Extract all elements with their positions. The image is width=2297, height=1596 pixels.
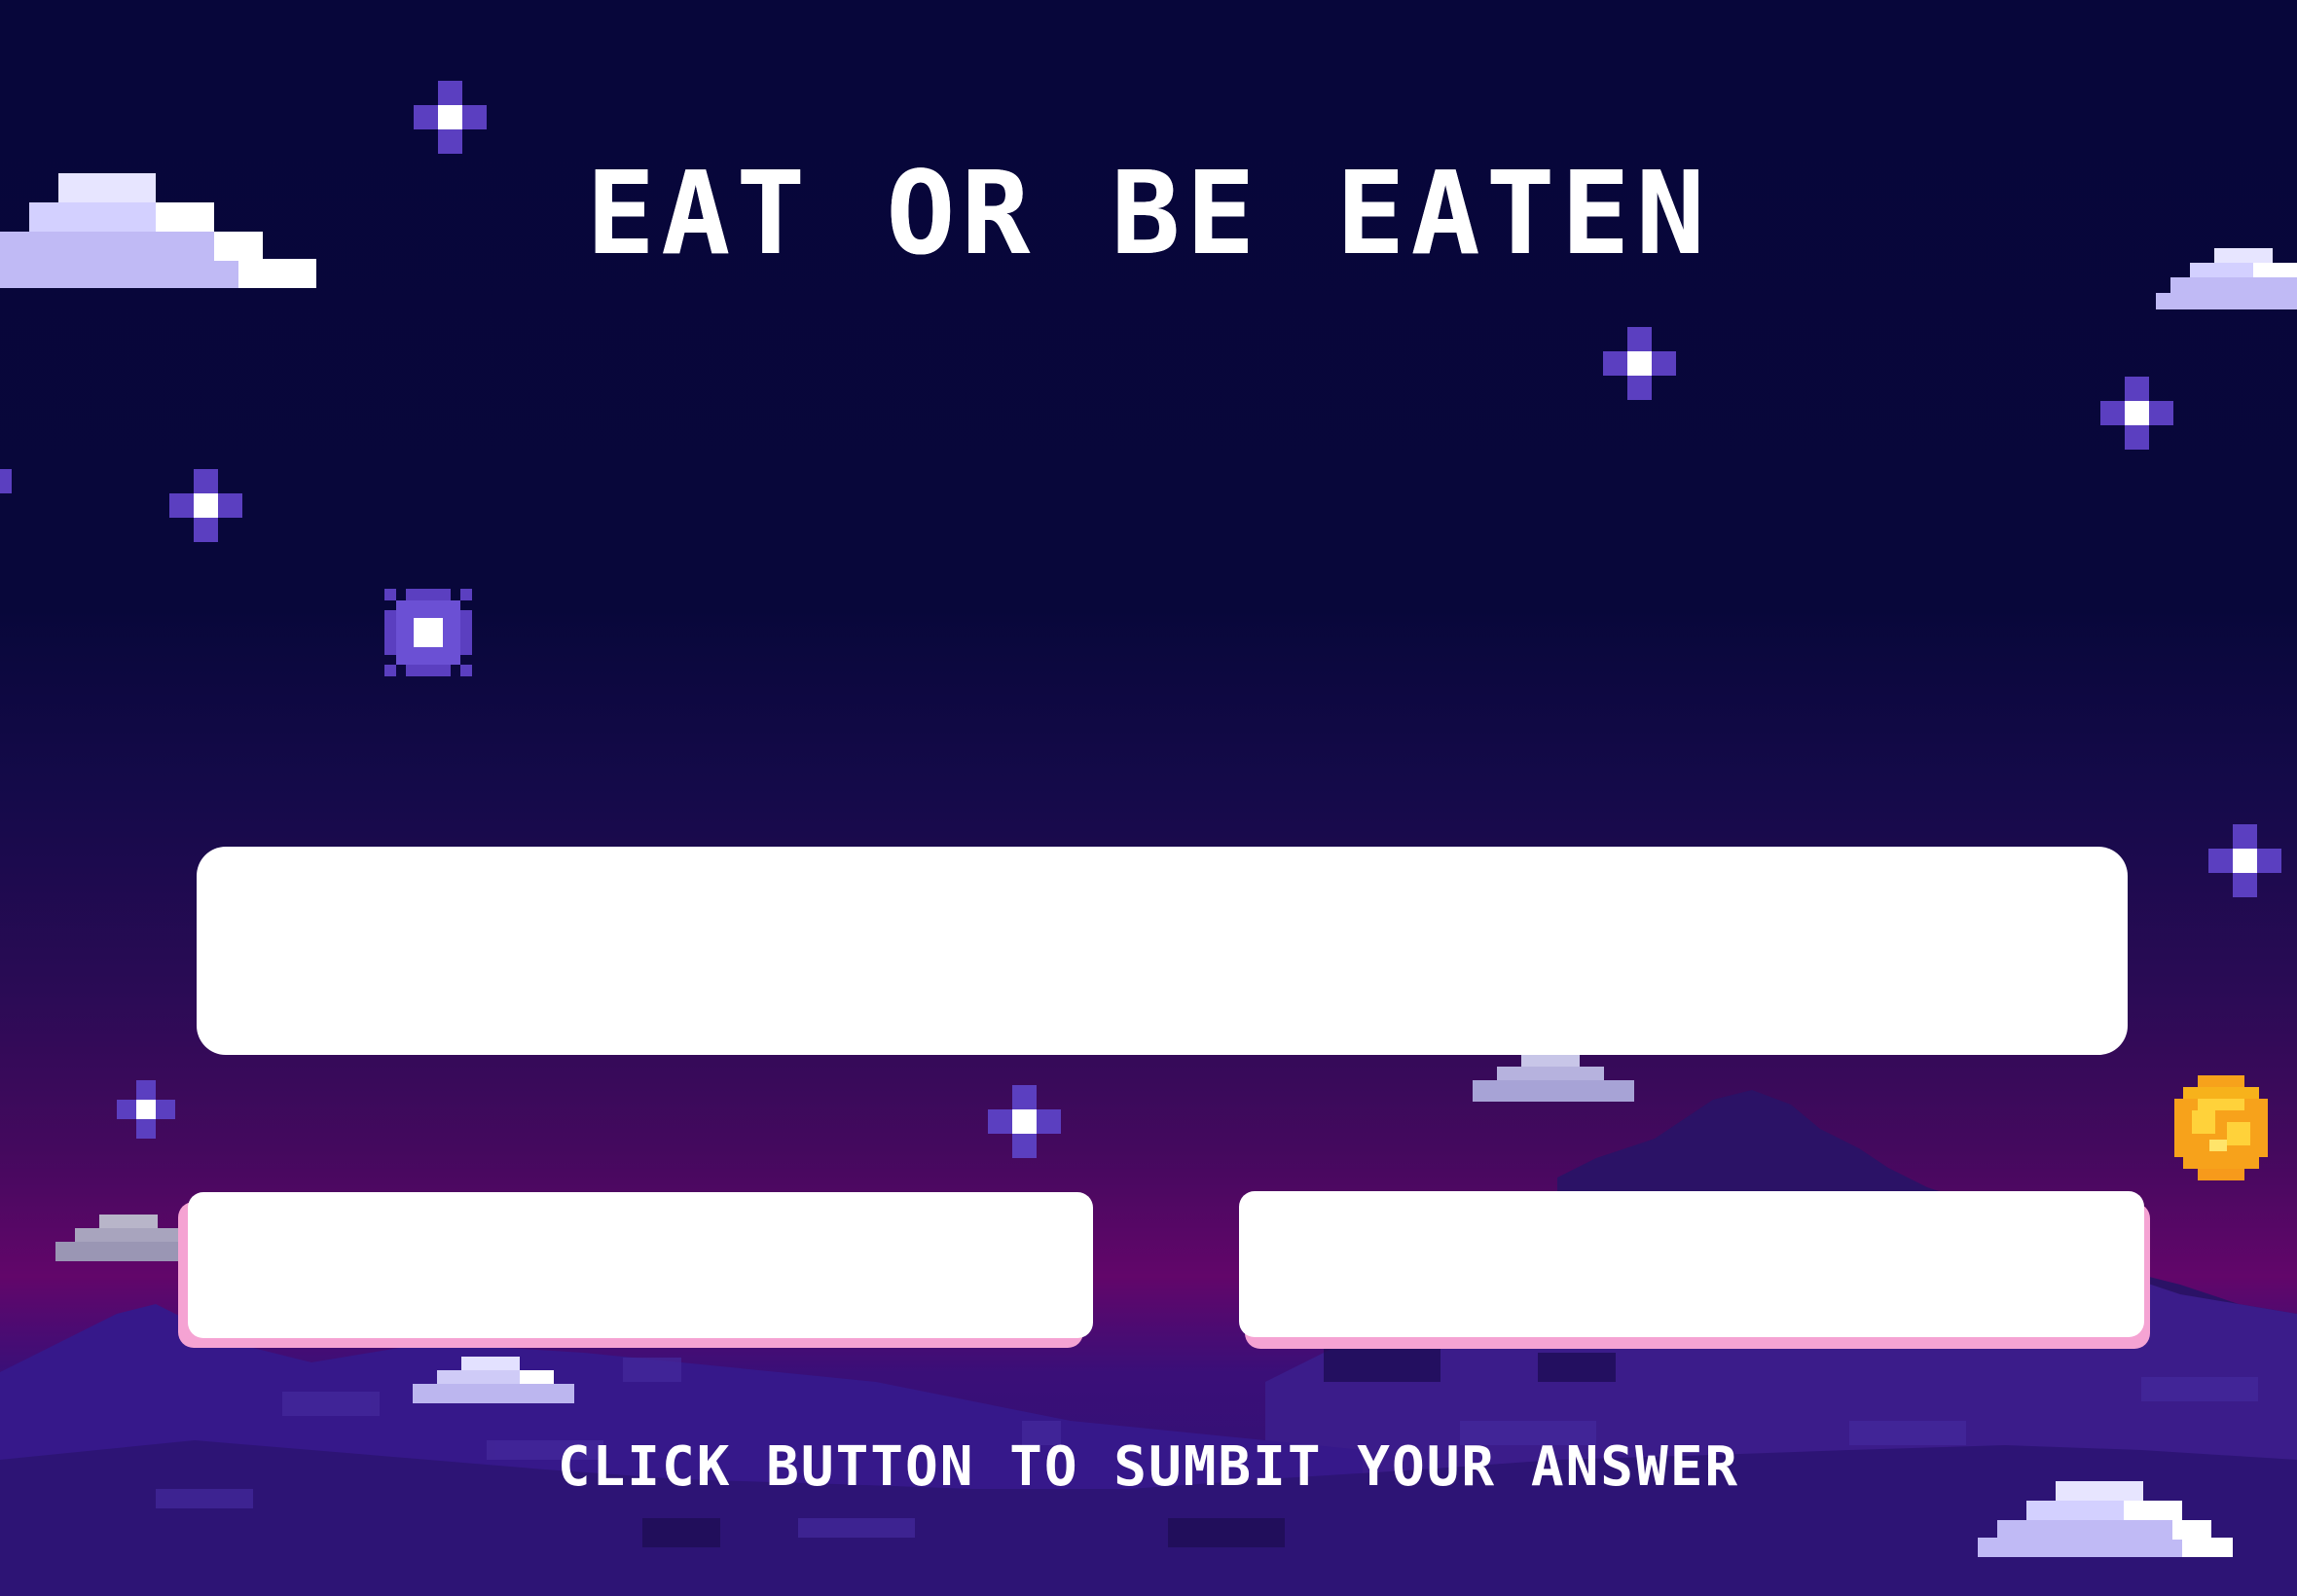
coin-icon — [2174, 1075, 2268, 1180]
star-icon — [1603, 327, 1676, 400]
star-icon — [384, 589, 472, 676]
answer-right-button[interactable] — [1239, 1191, 2144, 1337]
instruction-text: CLICK BUTTON TO SUMBIT YOUR ANSWER — [557, 1435, 1740, 1499]
cloud-icon — [1473, 1053, 1634, 1102]
cloud-icon — [55, 1215, 182, 1261]
game-title: EAT OR BE EATEN — [586, 146, 1711, 280]
answer-left-button[interactable] — [188, 1192, 1093, 1338]
star-icon — [2100, 377, 2173, 450]
cloud-icon — [413, 1357, 574, 1403]
star-icon — [414, 81, 487, 154]
star-fragment — [0, 469, 12, 493]
star-icon — [988, 1085, 1061, 1158]
question-panel — [197, 847, 2128, 1055]
star-icon — [117, 1080, 175, 1139]
star-icon — [169, 469, 242, 542]
game-screen: EAT OR BE EATEN CLICK BUTTON TO SUMBIT Y… — [0, 0, 2297, 1596]
question-text — [197, 847, 2128, 1055]
star-icon — [2208, 824, 2281, 897]
